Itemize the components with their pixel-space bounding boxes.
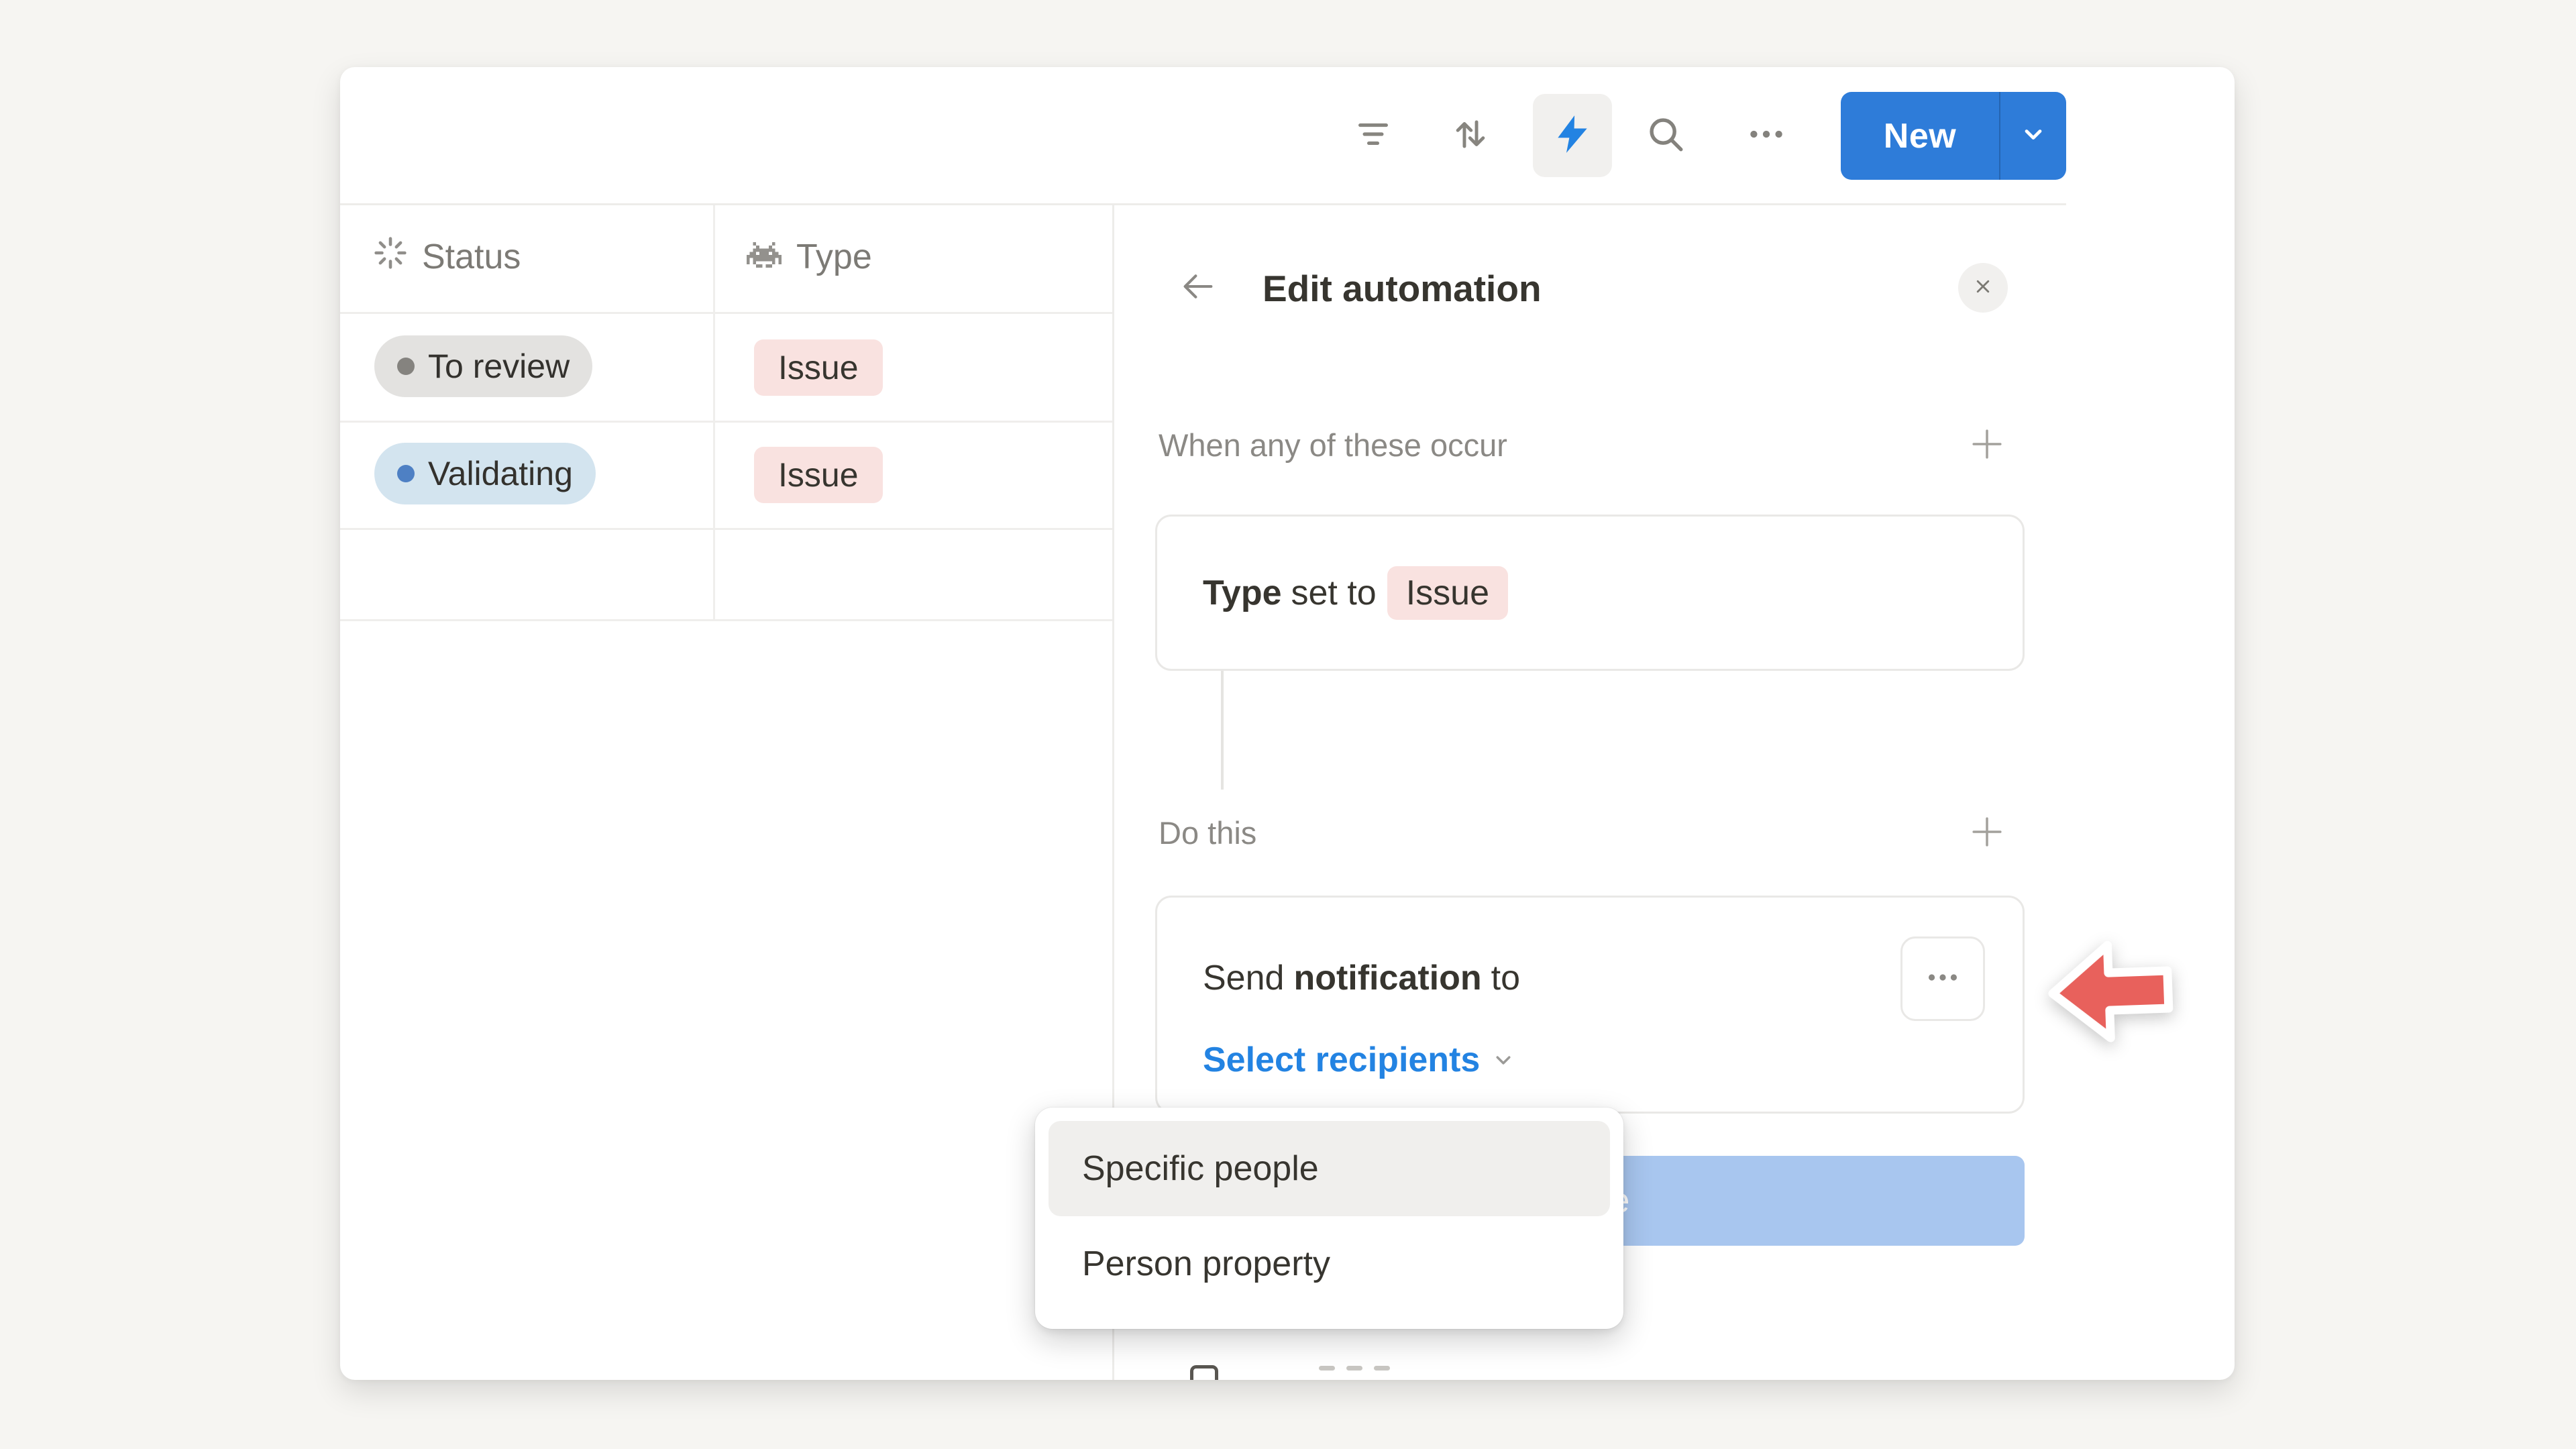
status-cell-validating[interactable]: Validating: [374, 443, 596, 504]
trigger-value-tag: Issue: [1387, 566, 1508, 620]
action-text-suffix: to: [1491, 958, 1520, 998]
column-header-type[interactable]: Type: [747, 223, 872, 290]
status-cell-to-review[interactable]: To review: [374, 335, 592, 397]
annotation-arrow-left-icon: [2045, 936, 2177, 1053]
plus-icon: [1968, 813, 2006, 854]
trigger-section-label: When any of these occur: [1159, 424, 1507, 467]
action-text-emphasis: notification: [1293, 958, 1481, 998]
flow-connector-line: [1221, 671, 1224, 790]
row-divider: [340, 421, 1112, 423]
chevron-down-icon: [1489, 1046, 1517, 1074]
sort-button[interactable]: [1449, 114, 1492, 157]
sort-arrows-icon: [1450, 113, 1491, 158]
new-button[interactable]: New: [1841, 92, 2066, 180]
type-cell-issue[interactable]: Issue: [754, 447, 883, 503]
add-action-button[interactable]: [1968, 814, 2006, 852]
search-button[interactable]: [1644, 114, 1687, 157]
clipped-text-fragment: [1319, 1366, 1335, 1371]
automations-button[interactable]: [1533, 94, 1612, 177]
action-more-button[interactable]: [1900, 936, 1985, 1021]
trigger-card[interactable]: Type set to Issue: [1155, 515, 2025, 671]
clipped-text-fragment: [1374, 1366, 1390, 1371]
filter-button[interactable]: [1352, 114, 1395, 157]
column-divider: [713, 205, 715, 619]
chevron-down-icon: [2017, 118, 2049, 154]
panel-title: Edit automation: [1263, 264, 1542, 313]
new-button-label[interactable]: New: [1841, 92, 1999, 180]
checkbox-icon[interactable]: [1190, 1365, 1218, 1380]
trigger-connector-text: set to: [1291, 573, 1377, 613]
back-button[interactable]: [1177, 266, 1220, 309]
column-header-label: Status: [422, 237, 521, 277]
menu-item-label: Specific people: [1082, 1148, 1319, 1189]
status-dot: [397, 465, 415, 482]
menu-item-person-property[interactable]: Person property: [1049, 1216, 1610, 1311]
status-label: Validating: [428, 454, 573, 493]
clipped-text-fragment: [1346, 1366, 1362, 1371]
more-options-button[interactable]: [1745, 114, 1788, 157]
page-background: New: [0, 0, 2576, 1449]
status-label: To review: [428, 347, 570, 386]
action-section-label: Do this: [1159, 812, 1256, 855]
plus-icon: [1968, 425, 2006, 466]
type-label: Issue: [778, 455, 859, 494]
close-button[interactable]: [1958, 263, 2008, 313]
row-divider: [340, 619, 1112, 621]
lightning-bolt-icon: [1552, 113, 1593, 158]
select-recipients-link[interactable]: Select recipients: [1203, 1040, 1480, 1080]
row-divider: [340, 528, 1112, 530]
toolbar-divider: [340, 203, 2066, 205]
add-trigger-button[interactable]: [1968, 427, 2006, 464]
type-cell-issue[interactable]: Issue: [754, 339, 883, 396]
alien-pixel-icon: [747, 237, 782, 277]
type-label: Issue: [778, 348, 859, 387]
arrow-left-icon: [1179, 267, 1218, 309]
filter-icon: [1352, 113, 1394, 158]
row-divider: [340, 312, 1112, 314]
action-card[interactable]: Send notification to Select recipients: [1155, 896, 2025, 1114]
column-header-label: Type: [796, 237, 872, 277]
column-header-status[interactable]: Status: [374, 223, 521, 290]
status-dot: [397, 358, 415, 375]
recipients-dropdown-menu: Specific people Person property: [1035, 1108, 1623, 1329]
status-spinner-icon: [374, 236, 407, 278]
ellipsis-icon: [1923, 958, 1962, 1000]
new-dropdown-toggle[interactable]: [2000, 92, 2066, 180]
ellipsis-icon: [1746, 113, 1787, 158]
trigger-property: Type: [1203, 573, 1282, 613]
menu-item-specific-people[interactable]: Specific people: [1049, 1121, 1610, 1216]
menu-item-label: Person property: [1082, 1244, 1330, 1284]
app-window: New: [340, 67, 2235, 1380]
search-icon: [1645, 113, 1686, 158]
action-text-prefix: Send: [1203, 958, 1284, 998]
close-icon: [1972, 275, 1994, 301]
